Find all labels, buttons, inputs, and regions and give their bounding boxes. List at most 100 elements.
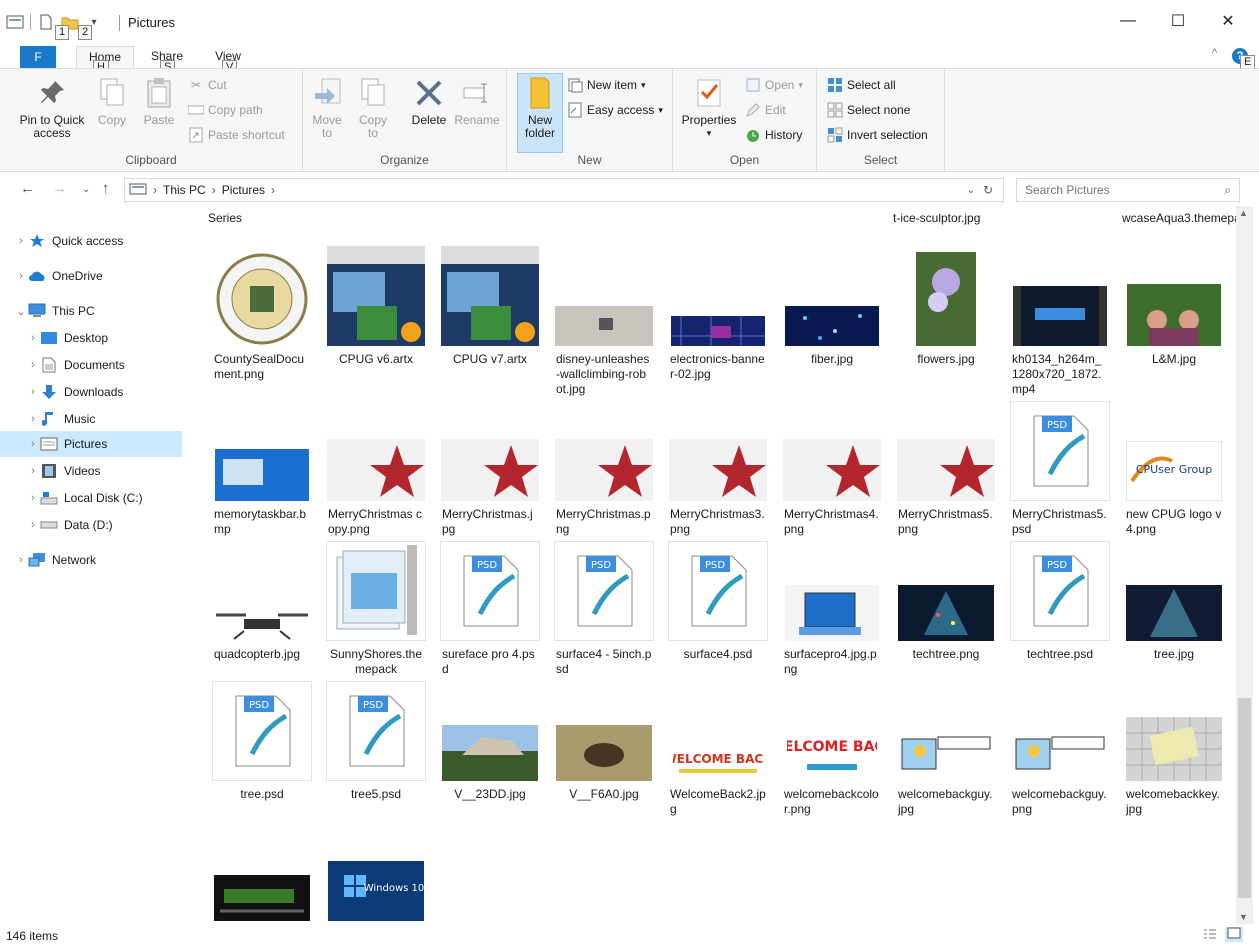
- file-item[interactable]: L&M.jpg: [1118, 246, 1230, 367]
- address-dropdown-icon[interactable]: ⌄: [967, 185, 975, 196]
- file-item[interactable]: PSD surface4 - 5inch.psd: [548, 541, 660, 677]
- scrollbar-thumb[interactable]: [1238, 698, 1251, 898]
- file-item[interactable]: MerryChristmas3.png: [662, 401, 774, 537]
- expand-chevron-icon[interactable]: ›: [26, 519, 40, 531]
- delete-button[interactable]: Delete: [407, 75, 451, 127]
- expand-chevron-icon[interactable]: ›: [26, 438, 40, 450]
- forward-arrow-icon[interactable]: →: [52, 180, 67, 197]
- history-button[interactable]: History: [745, 125, 802, 145]
- file-item[interactable]: SunnyShores.themepack: [320, 541, 432, 677]
- close-button[interactable]: ✕: [1205, 6, 1251, 36]
- paste-shortcut-button[interactable]: Paste shortcut: [188, 125, 285, 145]
- back-arrow-icon[interactable]: ←: [20, 180, 35, 197]
- vertical-scrollbar[interactable]: ▲ ▼: [1236, 206, 1253, 924]
- file-item[interactable]: disney-unleashes-wallclimbing-robot.jpg: [548, 246, 660, 397]
- expand-chevron-icon[interactable]: ›: [26, 465, 40, 477]
- sidebar-item-documents[interactable]: › Documents: [0, 352, 182, 378]
- expand-chevron-icon[interactable]: ›: [14, 554, 28, 566]
- file-item[interactable]: PSD tree5.psd: [320, 681, 432, 802]
- window-menu-icon[interactable]: [6, 14, 24, 30]
- copy-path-button[interactable]: Copy path: [188, 100, 263, 120]
- file-item[interactable]: flowers.jpg: [890, 246, 1002, 367]
- file-item[interactable]: CountySealDocument.png: [206, 246, 318, 382]
- file-item[interactable]: V__23DD.jpg: [434, 681, 546, 802]
- sidebar-item-pictures[interactable]: › Pictures: [0, 431, 182, 457]
- new-folder-button[interactable]: New folder: [519, 75, 561, 140]
- scroll-up-icon[interactable]: ▲: [1239, 208, 1248, 218]
- properties-button[interactable]: Properties ▾: [677, 75, 741, 140]
- file-item[interactable]: CPUG v7.artx: [434, 246, 546, 367]
- file-item[interactable]: WELCOME BACK welcomebackcolor.png: [776, 681, 888, 817]
- recent-locations-chevron-icon[interactable]: ⌄: [82, 184, 90, 195]
- expand-chevron-icon[interactable]: ›: [26, 386, 40, 398]
- rename-button[interactable]: Rename: [453, 75, 501, 127]
- file-name-partial[interactable]: t-ice-sculptor.jpg: [893, 211, 993, 226]
- sidebar-item-data-d[interactable]: › Data (D:): [0, 512, 182, 538]
- details-view-icon[interactable]: [1203, 928, 1217, 943]
- file-item[interactable]: electronics-banner-02.jpg: [662, 246, 774, 382]
- sidebar-item-network[interactable]: › Network: [0, 547, 182, 573]
- pin-quick-access-button[interactable]: Pin to Quick access: [16, 75, 88, 140]
- file-item[interactable]: PSD tree.psd: [206, 681, 318, 802]
- sidebar-item-desktop[interactable]: › Desktop: [0, 325, 182, 351]
- file-name-partial[interactable]: wcaseAqua3.themepack: [1122, 211, 1236, 226]
- expand-chevron-icon[interactable]: ›: [26, 359, 40, 371]
- paste-button[interactable]: Paste: [138, 75, 180, 127]
- search-box[interactable]: ⌕: [1016, 178, 1240, 202]
- open-button[interactable]: Open ▾: [745, 75, 803, 95]
- file-item[interactable]: welcomebackkey.jpg: [1118, 681, 1230, 817]
- invert-selection-button[interactable]: Invert selection: [827, 125, 928, 145]
- expand-chevron-icon[interactable]: ›: [26, 492, 40, 504]
- copy-button[interactable]: Copy: [92, 75, 132, 127]
- file-item[interactable]: V__F6A0.jpg: [548, 681, 660, 802]
- maximize-button[interactable]: ☐: [1155, 6, 1201, 36]
- file-item[interactable]: MerryChristmas.jpg: [434, 401, 546, 537]
- sidebar-item-downloads[interactable]: › Downloads: [0, 379, 182, 405]
- file-item[interactable]: PSD surface4.psd: [662, 541, 774, 662]
- expand-chevron-icon[interactable]: ›: [14, 235, 28, 247]
- file-item[interactable]: kh0134_h264m_1280x720_1872.mp4: [1004, 246, 1116, 397]
- file-item[interactable]: surfacepro4.jpg.png: [776, 541, 888, 677]
- properties-qat-icon[interactable]: [37, 14, 55, 30]
- expand-chevron-icon[interactable]: ›: [26, 332, 40, 344]
- expand-chevron-icon[interactable]: ›: [26, 413, 40, 425]
- collapse-ribbon-icon[interactable]: ^: [1212, 47, 1217, 59]
- breadcrumb-pictures[interactable]: Pictures: [222, 183, 265, 197]
- sidebar-item-videos[interactable]: › Videos: [0, 458, 182, 484]
- collapse-chevron-icon[interactable]: ⌄: [14, 305, 28, 318]
- file-item[interactable]: CPUG v6.artx: [320, 246, 432, 367]
- sidebar-item-quick-access[interactable]: › Quick access: [0, 228, 182, 254]
- search-input[interactable]: [1025, 183, 1215, 197]
- file-name-partial[interactable]: Series: [208, 211, 242, 226]
- sidebar-item-onedrive[interactable]: › OneDrive: [0, 263, 182, 289]
- sidebar-item-this-pc[interactable]: ⌄ This PC: [0, 298, 182, 324]
- scroll-down-icon[interactable]: ▼: [1239, 912, 1248, 922]
- tab-file[interactable]: F: [20, 46, 56, 68]
- file-item[interactable]: WELCOME BACK WelcomeBack2.jpg: [662, 681, 774, 817]
- file-item[interactable]: techtree.png: [890, 541, 1002, 662]
- cut-button[interactable]: ✂ Cut: [188, 75, 227, 95]
- large-icons-view-icon[interactable]: [1225, 927, 1243, 942]
- sidebar-item-local-disk-c[interactable]: › Local Disk (C:): [0, 485, 182, 511]
- easy-access-button[interactable]: Easy access ▾: [567, 100, 663, 120]
- sidebar-item-music[interactable]: › Music: [0, 406, 182, 432]
- file-item[interactable]: MerryChristmas.png: [548, 401, 660, 537]
- file-item[interactable]: fiber.jpg: [776, 246, 888, 367]
- address-bar[interactable]: › This PC › Pictures › ⌄ ↻: [124, 178, 1004, 202]
- file-item[interactable]: quadcopterb.jpg: [206, 541, 318, 662]
- select-none-button[interactable]: Select none: [827, 100, 910, 120]
- select-all-button[interactable]: Select all: [827, 75, 896, 95]
- file-item[interactable]: PSD sureface pro 4.psd: [434, 541, 546, 677]
- file-item[interactable]: MerryChristmas5.png: [890, 401, 1002, 537]
- file-item[interactable]: PSD techtree.psd: [1004, 541, 1116, 662]
- minimize-button[interactable]: —: [1105, 6, 1151, 36]
- up-arrow-icon[interactable]: ↑: [102, 180, 110, 197]
- move-to-button[interactable]: Move to: [309, 75, 345, 140]
- file-item[interactable]: Windows 10windows10.jpg: [320, 821, 432, 924]
- edit-button[interactable]: Edit: [745, 100, 786, 120]
- new-item-button[interactable]: New item ▾: [567, 75, 646, 95]
- file-item[interactable]: MerryChristmas copy.png: [320, 401, 432, 537]
- search-icon[interactable]: ⌕: [1224, 183, 1231, 198]
- expand-chevron-icon[interactable]: ›: [14, 270, 28, 282]
- file-item[interactable]: PSD MerryChristmas5.psd: [1004, 401, 1116, 537]
